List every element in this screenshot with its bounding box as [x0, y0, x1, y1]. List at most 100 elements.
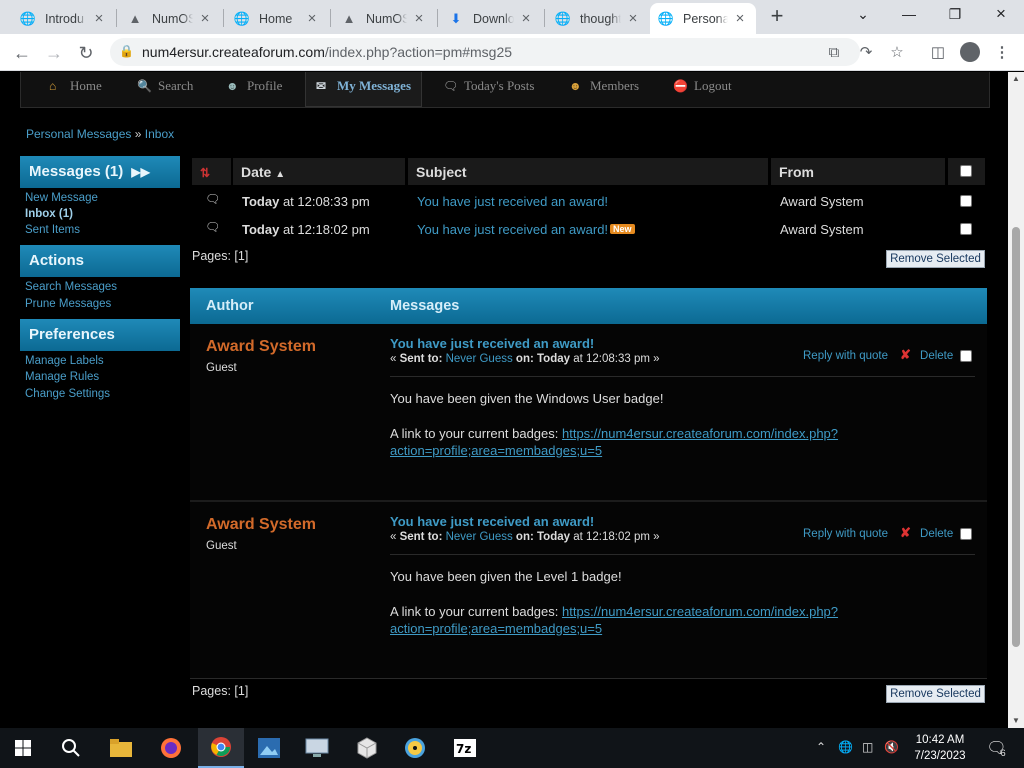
- toggle-view-icon[interactable]: ⇅: [200, 166, 210, 180]
- breadcrumb-inbox[interactable]: Inbox: [145, 127, 174, 141]
- post-select-checkbox[interactable]: [960, 350, 972, 362]
- post-subject-link[interactable]: You have just received an award!: [390, 336, 594, 351]
- sidebar-prune-messages[interactable]: Prune Messages: [25, 298, 111, 310]
- page-scrollbar[interactable]: ▲ ▼: [1008, 72, 1024, 728]
- close-tab-icon[interactable]: ×: [625, 10, 641, 27]
- on-rest: at 12:18:02 pm »: [570, 531, 660, 543]
- close-tab-icon[interactable]: ×: [197, 10, 213, 27]
- menu-search[interactable]: 🔍 Search: [137, 72, 193, 107]
- sidebar-new-message[interactable]: New Message: [25, 192, 98, 204]
- 7zip-icon[interactable]: 7z: [442, 728, 488, 768]
- remove-selected-button-bottom[interactable]: Remove Selected: [886, 685, 985, 703]
- thread-header: Author Messages: [190, 288, 987, 324]
- package-icon[interactable]: [344, 728, 390, 768]
- list-col-date[interactable]: Date ▲: [233, 158, 405, 185]
- minimize-button[interactable]: —: [886, 0, 932, 30]
- sidebar-manage-rules[interactable]: Manage Rules: [25, 371, 99, 383]
- menu-members[interactable]: ☻ Members: [569, 72, 639, 107]
- profile-avatar[interactable]: [960, 42, 980, 62]
- sent-to-link[interactable]: Never Guess: [446, 531, 513, 543]
- post-subject-link[interactable]: You have just received an award!: [390, 514, 594, 529]
- network-status-icon[interactable]: ◫: [862, 740, 873, 754]
- reply-with-quote-link[interactable]: Reply with quote: [803, 350, 888, 362]
- tab-title: thought: [580, 11, 621, 26]
- scrollbar-thumb[interactable]: [1012, 227, 1020, 647]
- close-tab-icon[interactable]: ×: [411, 10, 427, 27]
- delete-icon[interactable]: ✘: [900, 525, 916, 541]
- taskbar-clock[interactable]: 10:42 AM 7/23/2023: [905, 732, 975, 764]
- sidebar-inbox[interactable]: Inbox (1): [25, 208, 73, 220]
- photos-icon[interactable]: [246, 728, 292, 768]
- delete-link[interactable]: Delete: [920, 528, 953, 540]
- menu-home[interactable]: ⌂ Home: [49, 72, 102, 107]
- row-1-subject-link[interactable]: You have just received an award!: [417, 194, 608, 209]
- sidebar-sent-items[interactable]: Sent Items: [25, 224, 80, 236]
- menu-logout[interactable]: ⛔ Logout: [673, 72, 732, 107]
- reload-button[interactable]: ↻: [73, 40, 99, 66]
- browser-tab-1[interactable]: 🌐 Introdu ×: [12, 3, 115, 34]
- delete-icon[interactable]: ✘: [900, 347, 916, 363]
- col-date-label: Date: [241, 164, 272, 180]
- tab-title: Home: [259, 11, 293, 26]
- scroll-up-arrow-icon[interactable]: ▲: [1008, 72, 1024, 86]
- sent-to-link[interactable]: Never Guess: [446, 353, 513, 365]
- forward-button[interactable]: →: [41, 40, 67, 66]
- double-chevron-right-icon[interactable]: ▶▶: [131, 165, 149, 179]
- remote-desktop-icon[interactable]: [294, 728, 340, 768]
- menu-profile[interactable]: ☻ Profile: [226, 72, 282, 107]
- row-1-checkbox[interactable]: [960, 195, 972, 207]
- sidebar-search-messages[interactable]: Search Messages: [25, 281, 117, 293]
- remove-selected-button[interactable]: Remove Selected: [886, 250, 985, 268]
- bookmark-star-icon[interactable]: ☆: [886, 42, 908, 64]
- browser-tab-6[interactable]: 🌐 thought ×: [547, 3, 649, 34]
- browser-tab-3[interactable]: 🌐 Home ×: [226, 3, 328, 34]
- sidebar-manage-labels[interactable]: Manage Labels: [25, 355, 104, 367]
- close-window-button[interactable]: ×: [978, 0, 1024, 30]
- browser-tab-5[interactable]: ⬇ Downlo ×: [440, 3, 542, 34]
- scroll-down-arrow-icon[interactable]: ▼: [1008, 714, 1024, 728]
- delete-link[interactable]: Delete: [920, 350, 953, 362]
- show-hidden-icons-chevron[interactable]: ⌃: [816, 740, 826, 754]
- file-explorer-icon[interactable]: [98, 728, 144, 768]
- disc-burner-icon[interactable]: [392, 728, 438, 768]
- close-tab-icon[interactable]: ×: [518, 10, 534, 27]
- network-globe-icon[interactable]: 🌐: [838, 740, 853, 754]
- list-col-from[interactable]: From: [771, 158, 945, 185]
- post-author[interactable]: Award System: [206, 338, 316, 356]
- close-tab-icon[interactable]: ×: [304, 10, 320, 27]
- side-panel-icon[interactable]: ◫: [927, 42, 949, 64]
- row-2-checkbox[interactable]: [960, 223, 972, 235]
- post-select-checkbox[interactable]: [960, 528, 972, 540]
- row-2-subject-link[interactable]: You have just received an award!: [417, 222, 608, 237]
- address-bar[interactable]: 🔒 num4ersur.createaforum.com/index.php?a…: [110, 38, 860, 66]
- firefox-icon[interactable]: [148, 728, 194, 768]
- volume-muted-icon[interactable]: 🔇: [884, 740, 899, 754]
- windows-start-icon[interactable]: [0, 728, 46, 768]
- browser-tab-4[interactable]: ▲ NumOS ×: [333, 3, 435, 34]
- tab-search-chevron-icon[interactable]: ⌄: [840, 0, 886, 30]
- select-all-checkbox[interactable]: [960, 165, 972, 177]
- post-author[interactable]: Award System: [206, 516, 316, 534]
- menu-kebab-icon[interactable]: ⋮: [991, 42, 1013, 64]
- reply-with-quote-link[interactable]: Reply with quote: [803, 528, 888, 540]
- new-tab-button[interactable]: +: [765, 5, 789, 29]
- browser-tab-2[interactable]: ▲ NumOS ×: [119, 3, 221, 34]
- breadcrumb-personal-messages[interactable]: Personal Messages: [26, 127, 131, 141]
- share-icon[interactable]: ↷: [855, 42, 877, 64]
- sidebar-change-settings[interactable]: Change Settings: [25, 388, 110, 400]
- back-button[interactable]: ←: [9, 40, 35, 66]
- on-rest: at 12:08:33 pm »: [570, 353, 660, 365]
- maximize-button[interactable]: ❐: [932, 0, 978, 30]
- menu-my-messages[interactable]: ✉ My Messages: [305, 72, 423, 107]
- list-col-toggle[interactable]: ⇅: [192, 158, 231, 185]
- list-col-subject[interactable]: Subject: [408, 158, 768, 185]
- close-tab-icon[interactable]: ×: [91, 10, 107, 27]
- open-in-app-icon[interactable]: ⧉: [823, 42, 845, 64]
- chrome-icon[interactable]: [198, 728, 244, 768]
- url-text[interactable]: num4ersur.createaforum.com/index.php?act…: [142, 44, 512, 60]
- search-icon[interactable]: [48, 728, 94, 768]
- menu-todays-posts[interactable]: 🗨 Today's Posts: [443, 72, 534, 107]
- close-tab-icon[interactable]: ×: [732, 10, 748, 27]
- browser-tab-7-active[interactable]: 🌐 Persona ×: [650, 3, 756, 34]
- notification-center-icon[interactable]: 🗨 6: [976, 728, 1016, 768]
